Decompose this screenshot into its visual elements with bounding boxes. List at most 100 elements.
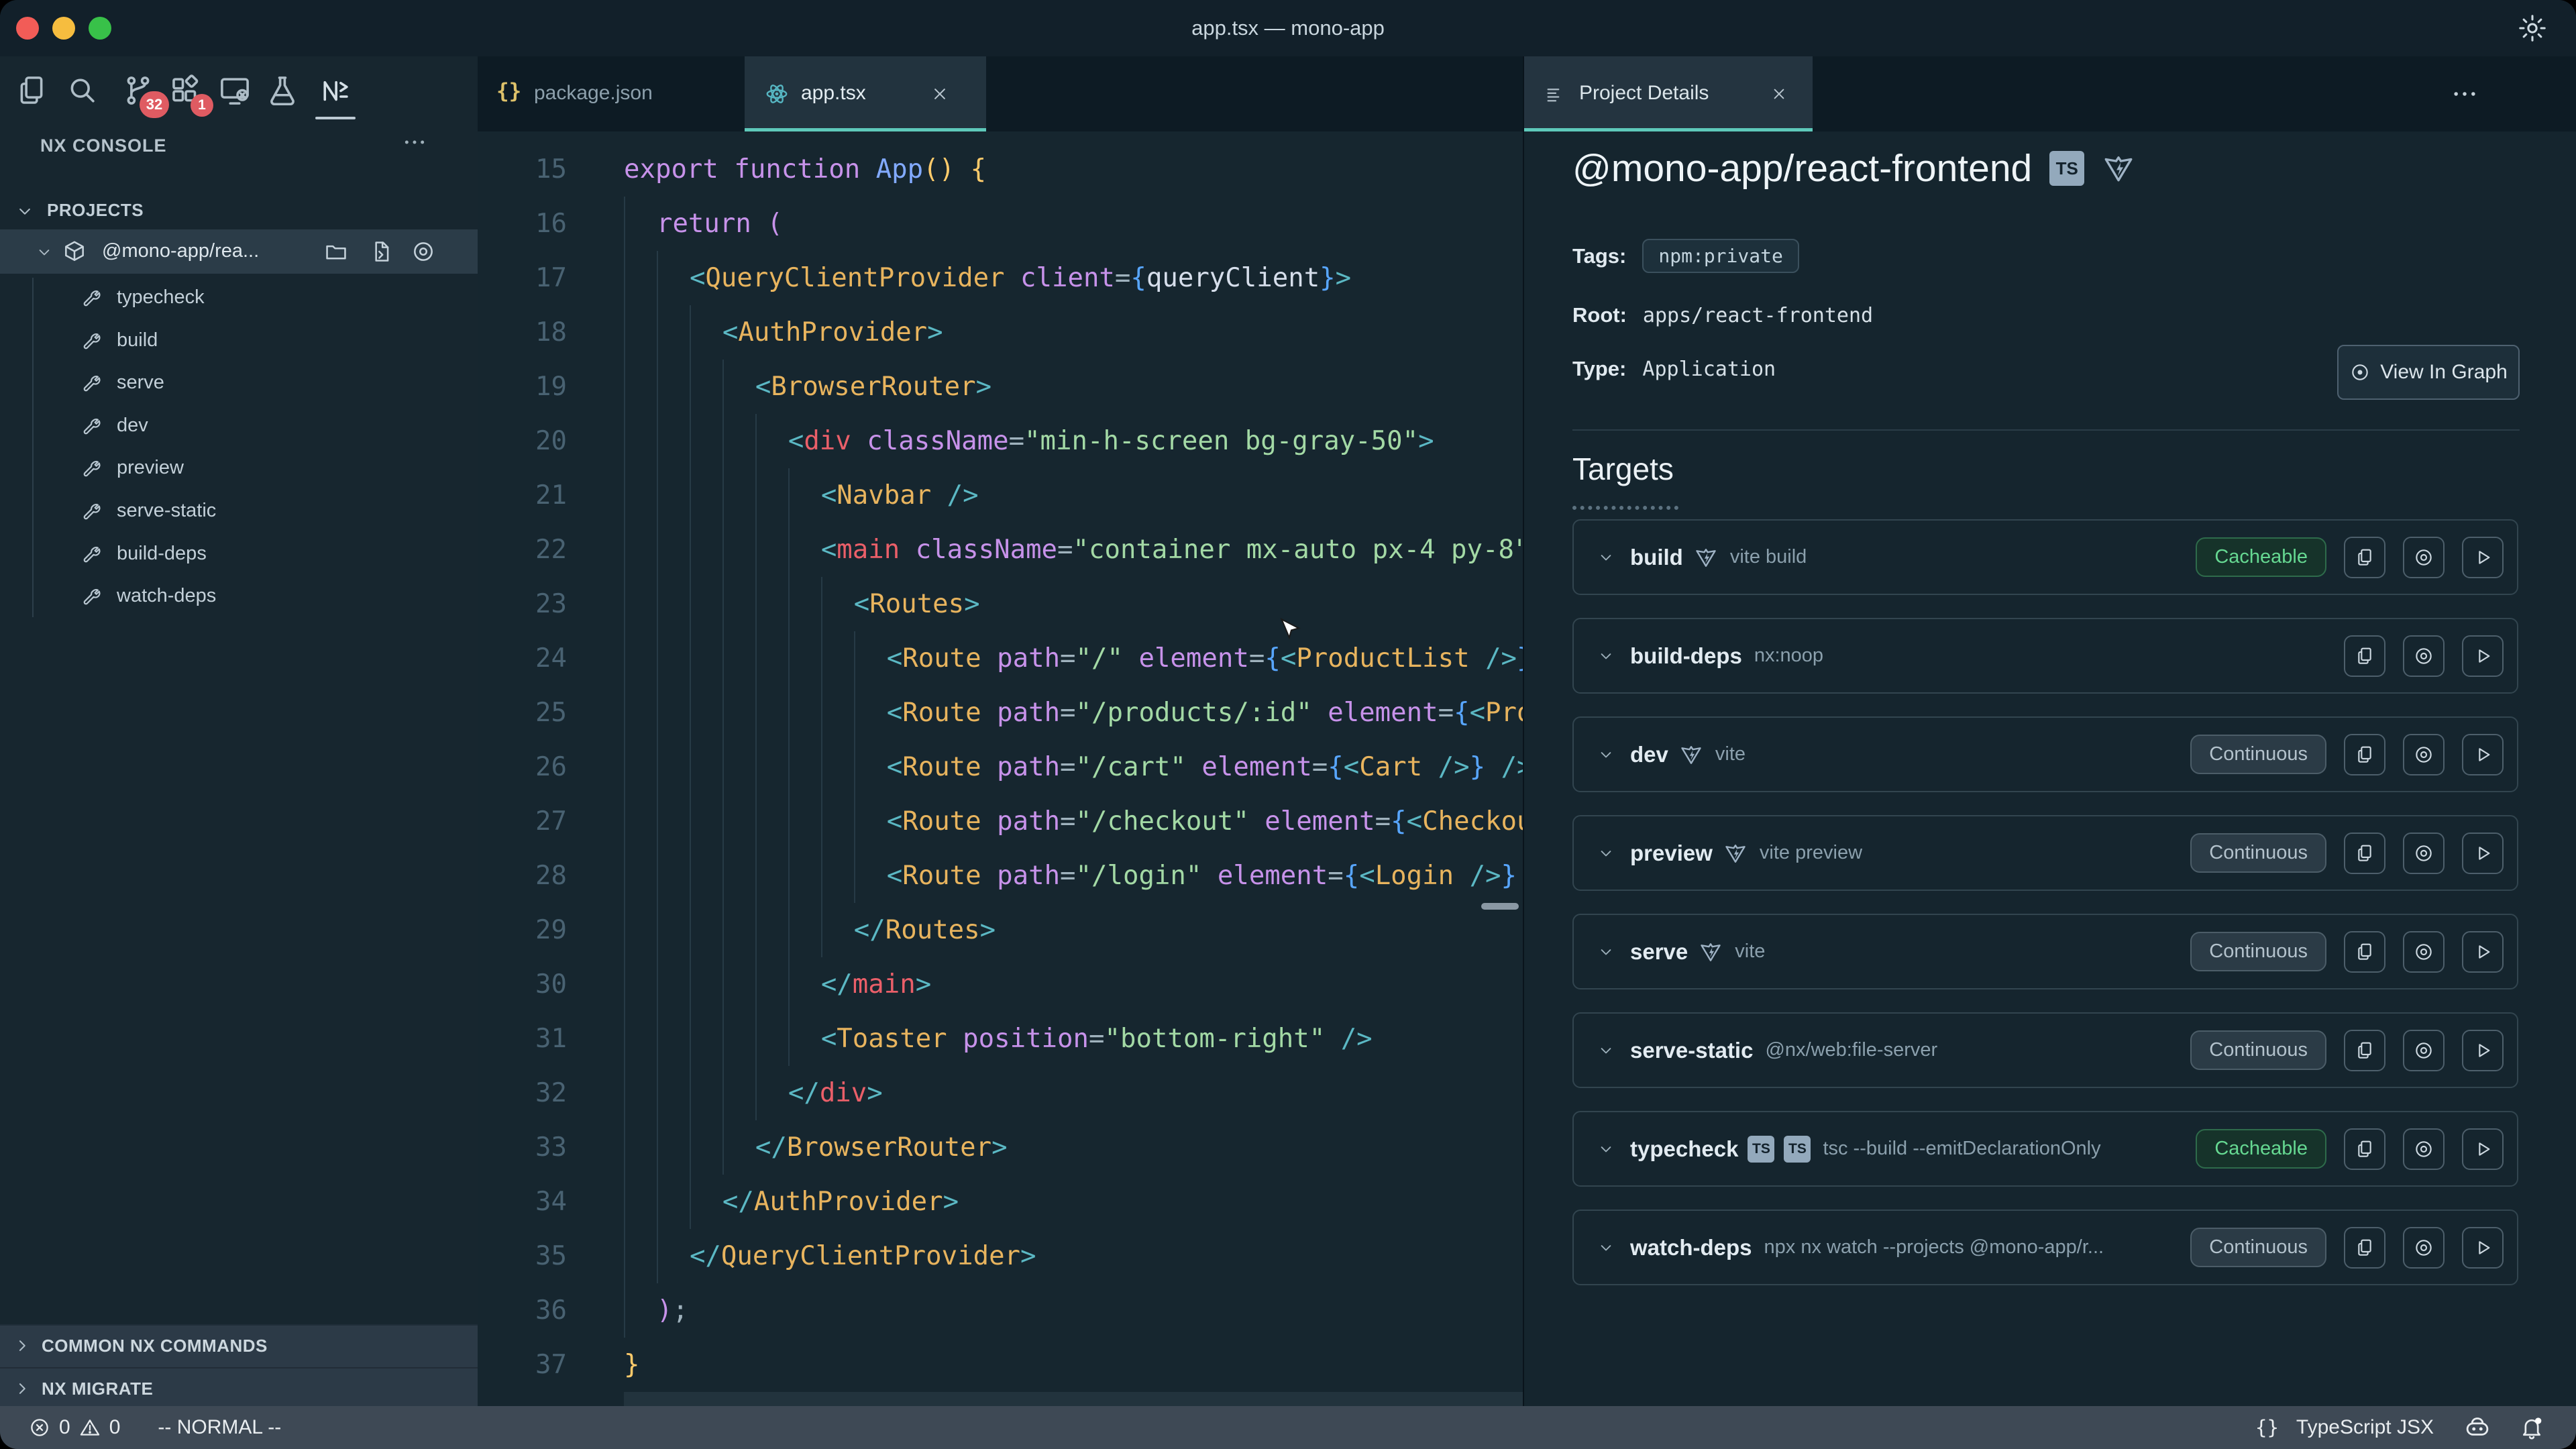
nx-migrate-section[interactable]: NX MIGRATE	[0, 1367, 478, 1409]
target-name: watch-deps	[1630, 1235, 1752, 1260]
target-icon	[2413, 547, 2434, 568]
copy-icon	[2354, 843, 2375, 864]
chevron-down-icon[interactable]	[1597, 745, 1615, 764]
nx-console-icon[interactable]	[317, 72, 354, 109]
sidebar-target-watch-deps[interactable]: watch-deps	[0, 575, 478, 618]
serve-copy-button[interactable]	[2344, 931, 2385, 973]
panel-tab-label: Project Details	[1579, 82, 1709, 105]
serve-static-copy-button[interactable]	[2344, 1030, 2385, 1071]
root-value: apps/react-frontend	[1643, 304, 1873, 327]
view-in-graph-button[interactable]: View In Graph	[2337, 345, 2520, 400]
preview-graph-button[interactable]	[2403, 833, 2445, 874]
sidebar-target-serve-static[interactable]: serve-static	[0, 490, 478, 533]
panel-more-actions-icon[interactable]	[2450, 79, 2479, 109]
vite-icon	[1699, 940, 1723, 964]
chevron-down-icon[interactable]	[1597, 1041, 1615, 1060]
serve-static-run-button[interactable]	[2462, 1030, 2504, 1071]
copy-icon	[2354, 547, 2375, 568]
warning-icon	[78, 1416, 101, 1439]
code-line-21: 21<Navbar />	[478, 468, 1523, 523]
typecheck-graph-button[interactable]	[2403, 1128, 2445, 1170]
typecheck-copy-button[interactable]	[2344, 1128, 2385, 1170]
testing-icon[interactable]	[264, 72, 301, 109]
copy-icon	[2354, 1237, 2375, 1258]
chevron-down-icon[interactable]	[1597, 1238, 1615, 1257]
source-control-badge: 32	[140, 91, 169, 118]
copy-icon	[2354, 744, 2375, 765]
target-name: serve-static	[1630, 1038, 1753, 1063]
build-graph-button[interactable]	[2403, 537, 2445, 578]
tab-app.tsx[interactable]: app.tsx	[745, 56, 986, 131]
close-icon[interactable]	[1770, 85, 1788, 103]
code-editor[interactable]: 15export function App() {16return (17<Qu…	[478, 131, 1523, 1406]
explorer-icon[interactable]	[13, 72, 50, 109]
sidebar-target-build-deps[interactable]: build-deps	[0, 533, 478, 576]
sidebar-target-build[interactable]: build	[0, 319, 478, 362]
chevron-down-icon[interactable]	[1597, 844, 1615, 863]
tab-package.json[interactable]: {}package.json	[478, 56, 746, 131]
remote-explorer-icon[interactable]	[217, 72, 253, 109]
target-label: dev	[117, 415, 148, 437]
tab-label: package.json	[534, 82, 653, 105]
language-indicator[interactable]: {} TypeScript JSX	[2255, 1416, 2434, 1439]
serve-graph-button[interactable]	[2403, 931, 2445, 973]
watch-deps-copy-button[interactable]	[2344, 1227, 2385, 1269]
build-copy-button[interactable]	[2344, 537, 2385, 578]
build-deps-graph-button[interactable]	[2403, 635, 2445, 677]
targets-heading: Targets	[1572, 451, 1674, 487]
show-in-graph-icon[interactable]	[411, 239, 436, 264]
notifications-bell-icon[interactable]	[2518, 1414, 2545, 1441]
dev-copy-button[interactable]	[2344, 734, 2385, 775]
copilot-icon[interactable]	[2463, 1413, 2491, 1442]
sidebar-target-preview[interactable]: preview	[0, 447, 478, 490]
build-deps-copy-button[interactable]	[2344, 635, 2385, 677]
target-name: build	[1630, 545, 1683, 570]
chevron-down-icon[interactable]	[1597, 1140, 1615, 1159]
wrench-icon	[79, 585, 102, 608]
preview-copy-button[interactable]	[2344, 833, 2385, 874]
typescript-badge: TS	[1784, 1136, 1811, 1163]
build-deps-run-button[interactable]	[2462, 635, 2504, 677]
projects-section-header[interactable]: PROJECTS	[0, 195, 478, 225]
open-config-file-icon[interactable]	[368, 239, 393, 264]
code-line-20: 20<div className="min-h-screen bg-gray-5…	[478, 414, 1523, 468]
vscode-window: app.tsx — mono-app 32 1 NX CONSOLE PROJE…	[0, 0, 2576, 1449]
preview-run-button[interactable]	[2462, 833, 2504, 874]
chevron-down-icon[interactable]	[1597, 647, 1615, 665]
copy-icon	[2354, 645, 2375, 667]
search-icon[interactable]	[64, 72, 100, 109]
sidebar-target-typecheck[interactable]: typecheck	[0, 276, 478, 319]
sidebar-more-actions-icon[interactable]	[401, 129, 428, 156]
code-line-33: 33</BrowserRouter>	[478, 1120, 1523, 1175]
common-nx-commands-section[interactable]: COMMON NX COMMANDS	[0, 1326, 478, 1366]
serve-static-graph-button[interactable]	[2403, 1030, 2445, 1071]
sidebar-target-serve[interactable]: serve	[0, 362, 478, 405]
typecheck-run-button[interactable]	[2462, 1128, 2504, 1170]
dev-graph-button[interactable]	[2403, 734, 2445, 775]
window-title: app.tsx — mono-app	[0, 0, 2576, 56]
play-icon	[2472, 843, 2493, 864]
typescript-badge: TS	[1748, 1136, 1774, 1163]
watch-deps-graph-button[interactable]	[2403, 1227, 2445, 1269]
open-folder-icon[interactable]	[323, 239, 349, 264]
play-icon	[2472, 1237, 2493, 1258]
section-label: NX MIGRATE	[42, 1379, 153, 1399]
dev-run-button[interactable]	[2462, 734, 2504, 775]
sidebar-target-dev[interactable]: dev	[0, 405, 478, 447]
close-icon[interactable]	[930, 84, 950, 104]
wrench-icon	[79, 372, 102, 394]
title-bar: app.tsx — mono-app	[0, 0, 2576, 56]
chevron-down-icon[interactable]	[1597, 548, 1615, 567]
chevron-down-icon[interactable]	[1597, 943, 1615, 961]
target-label: serve-static	[117, 500, 216, 522]
build-run-button[interactable]	[2462, 537, 2504, 578]
target-label: watch-deps	[117, 585, 216, 607]
watch-deps-run-button[interactable]	[2462, 1227, 2504, 1269]
serve-run-button[interactable]	[2462, 931, 2504, 973]
tab-project-details[interactable]: Project Details	[1524, 56, 1813, 131]
problems-indicator[interactable]: 0 0	[28, 1416, 120, 1439]
settings-gear-icon[interactable]	[2517, 13, 2548, 44]
continuous-badge: Continuous	[2190, 1030, 2326, 1070]
editor-scrollbar-thumb[interactable]	[1481, 903, 1519, 910]
sidebar-project-row[interactable]: @mono-app/rea...	[0, 229, 478, 274]
